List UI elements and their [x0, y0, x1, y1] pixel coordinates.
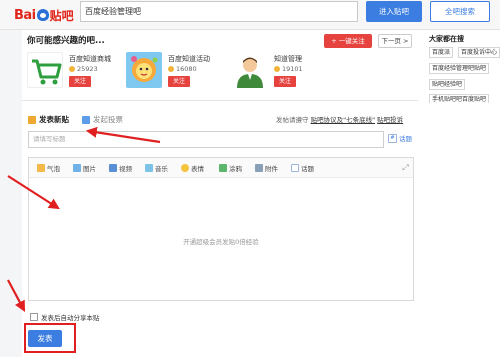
- editor-placeholder: 开通超级会员发贴0倍经验: [183, 238, 259, 246]
- toolbar-label: 表情: [191, 165, 204, 173]
- attachment-icon: [255, 164, 263, 172]
- member-icon: [274, 66, 280, 72]
- pencil-icon: [28, 115, 36, 124]
- paw-icon: [36, 9, 49, 21]
- toolbar-video-button[interactable]: 视频: [109, 163, 132, 173]
- baidu-tieba-logo[interactable]: Bai 贴吧: [14, 7, 74, 23]
- toolbar-music-button[interactable]: 音乐: [145, 163, 168, 173]
- toolbar-label: 视频: [119, 165, 132, 173]
- next-page-button[interactable]: 下一页 >: [378, 34, 412, 48]
- search-input[interactable]: 百度经验管理吧: [80, 1, 358, 22]
- recommended-title: 你可能感兴趣的吧...: [27, 36, 105, 46]
- bubble-icon: [37, 164, 45, 172]
- tab-new-post-label: 发表新贴: [39, 115, 69, 124]
- tab-start-vote-label: 发起投票: [93, 115, 123, 124]
- recommended-bars-panel: 你可能感兴趣的吧... + 一键关注 下一页 > 百度知道商城 25923 关注: [22, 30, 418, 96]
- agreement-link[interactable]: 贴吧协议及"七条底线": [311, 116, 375, 124]
- bar-member-count: 25923: [69, 65, 98, 73]
- left-margin: [0, 30, 22, 357]
- posting-rules-notice: 发帖请遵守 贴吧协议及"七条底线" 贴吧投诉: [276, 114, 403, 124]
- expand-icon[interactable]: ⤢: [401, 163, 410, 172]
- follow-button[interactable]: 关注: [274, 76, 296, 87]
- image-icon: [73, 164, 81, 172]
- toolbar-label: 音乐: [155, 165, 168, 173]
- search-all-button[interactable]: 全吧搜索: [430, 1, 490, 22]
- toolbar-bubble-button[interactable]: 气泡: [37, 163, 60, 173]
- bar-card[interactable]: 百度知道商城 25923 关注: [27, 52, 137, 94]
- hot-search-tag[interactable]: 百度经验管理吧贴吧: [429, 63, 490, 74]
- logo-tieba-text: 贴吧: [49, 8, 74, 23]
- topic-button[interactable]: # 话题: [388, 133, 412, 143]
- annotation-highlight-box: [24, 323, 76, 353]
- hot-search-tag[interactable]: 百度投诉中心: [458, 47, 500, 58]
- toolbar-label: 图片: [83, 165, 96, 173]
- doodle-icon: [219, 164, 227, 172]
- lion-cartoon-icon: [126, 52, 162, 88]
- bar-card[interactable]: 知道管理 19101 关注: [232, 52, 332, 94]
- toolbar-label: 附件: [265, 165, 278, 173]
- auto-share-label: 发表后自动分享本贴: [41, 314, 100, 322]
- toolbar-topic-button[interactable]: 话题: [291, 163, 314, 173]
- post-body-editor[interactable]: 气泡 图片 视频 音乐 表情 涂鸦 附件 话题 ⤢ 开通超级会员发贴0倍经验: [28, 157, 414, 301]
- vote-icon: [82, 115, 90, 124]
- person-avatar-icon: [232, 52, 268, 88]
- bar-name: 百度知道活动: [168, 55, 210, 63]
- bar-name: 知道管理: [274, 55, 302, 63]
- tab-start-vote[interactable]: 发起投票: [82, 114, 123, 125]
- checkbox-icon[interactable]: [30, 313, 38, 321]
- toolbar-label: 气泡: [47, 165, 60, 173]
- count-value: 25923: [77, 65, 98, 73]
- sidebar-title: 大家都在搜: [429, 35, 464, 43]
- follow-button[interactable]: 关注: [69, 76, 91, 87]
- hot-search-tag[interactable]: 贴吧经验吧: [429, 79, 466, 90]
- bar-member-count: 16080: [168, 65, 197, 73]
- bar-name: 百度知道商城: [69, 55, 111, 63]
- toolbar-label: 话题: [301, 165, 314, 173]
- member-icon: [168, 66, 174, 72]
- count-value: 19101: [282, 65, 303, 73]
- toolbar-emoji-button[interactable]: 表情: [181, 163, 204, 173]
- count-value: 16080: [176, 65, 197, 73]
- emoji-icon: [181, 164, 189, 172]
- hash-icon: [291, 164, 299, 172]
- editor-toolbar: 气泡 图片 视频 音乐 表情 涂鸦 附件 话题 ⤢: [29, 158, 413, 178]
- music-icon: [145, 164, 153, 172]
- post-title-input[interactable]: 请填写标题: [28, 131, 384, 148]
- complaint-link[interactable]: 贴吧投诉: [377, 116, 403, 124]
- follow-all-button[interactable]: + 一键关注: [324, 34, 372, 48]
- hot-search-tag[interactable]: 百度派: [429, 47, 454, 58]
- toolbar-image-button[interactable]: 图片: [73, 163, 96, 173]
- hash-icon: #: [388, 133, 397, 143]
- logo-bai-text: Bai: [14, 7, 36, 23]
- topic-label: 话题: [399, 135, 412, 143]
- notice-prefix: 发帖请遵守: [276, 116, 309, 124]
- auto-share-checkbox[interactable]: 发表后自动分享本贴: [30, 312, 100, 322]
- hot-search-sidebar: 大家都在搜 百度派 百度投诉中心 百度经验管理吧贴吧 贴吧经验吧 手机贴吧吧百度…: [424, 30, 500, 110]
- toolbar-label: 涂鸦: [229, 165, 242, 173]
- toolbar-doodle-button[interactable]: 涂鸦: [219, 163, 242, 173]
- enter-bar-button[interactable]: 进入贴吧: [366, 1, 422, 22]
- follow-button[interactable]: 关注: [168, 76, 190, 87]
- video-icon: [109, 164, 117, 172]
- toolbar-attachment-button[interactable]: 附件: [255, 163, 278, 173]
- member-icon: [69, 66, 75, 72]
- tab-new-post[interactable]: 发表新贴: [28, 114, 69, 125]
- bar-member-count: 19101: [274, 65, 303, 73]
- bar-card[interactable]: 百度知道活动 16080 关注: [126, 52, 236, 94]
- top-bar: Bai 贴吧 百度经验管理吧 进入贴吧 全吧搜索: [0, 0, 500, 30]
- shopping-cart-icon: [27, 52, 63, 88]
- hot-search-tag[interactable]: 手机贴吧吧百度贴吧: [429, 94, 490, 103]
- post-composer: 发表新贴 发起投票 发帖请遵守 贴吧协议及"七条底线" 贴吧投诉 请填写标题 #…: [22, 100, 418, 357]
